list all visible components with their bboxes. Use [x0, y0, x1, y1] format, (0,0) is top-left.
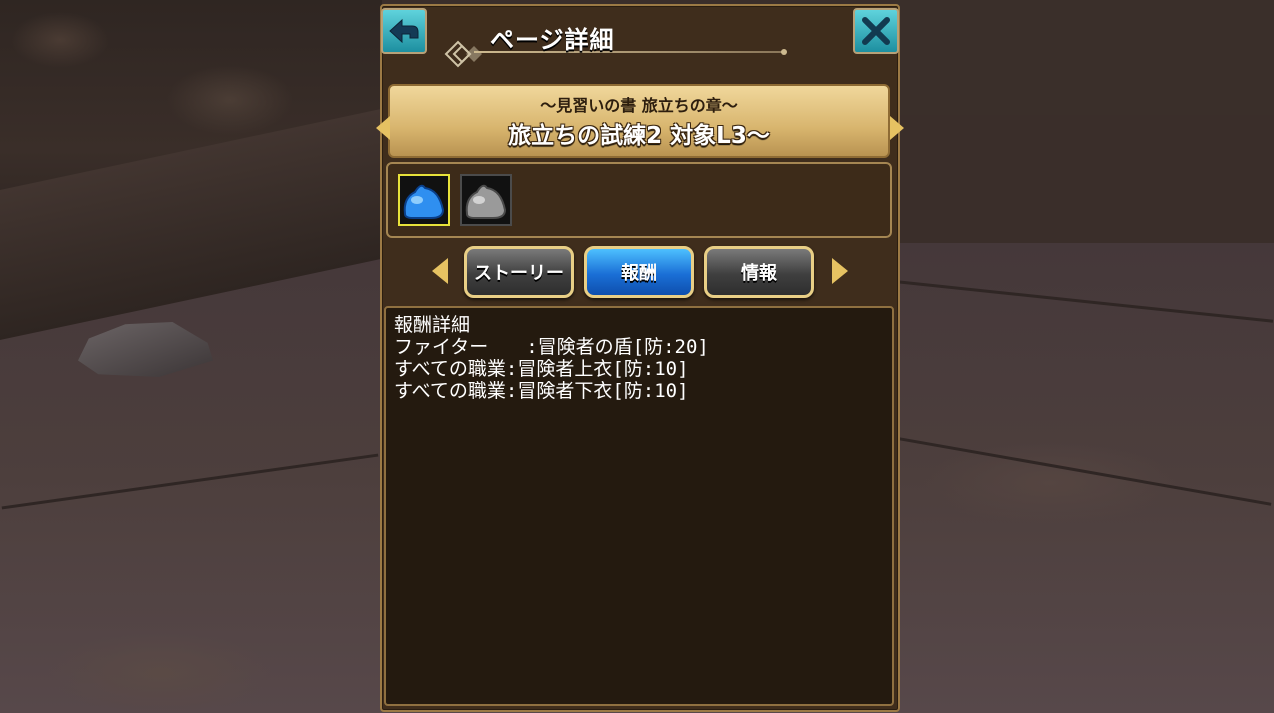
- gray-slime-icon: [465, 184, 507, 219]
- tab-next-arrow-icon[interactable]: [832, 258, 848, 284]
- monster-slot-2[interactable]: [460, 174, 512, 226]
- chapter-banner: 〜見習いの書 旅立ちの章〜 旅立ちの試練2 対象L3〜: [388, 84, 890, 158]
- chapter-title: 旅立ちの試練2 対象L3〜: [508, 123, 770, 149]
- monster-slot-1[interactable]: [398, 174, 450, 226]
- back-arrow-icon: [389, 18, 419, 44]
- blue-slime-icon: [403, 184, 445, 219]
- monster-icon-row: [386, 162, 892, 238]
- chapter-subtitle: 〜見習いの書 旅立ちの章〜: [540, 96, 738, 115]
- reward-line: すべての職業:冒険者上衣[防:10]: [394, 358, 689, 380]
- tab-reward[interactable]: 報酬: [584, 246, 694, 298]
- reward-line: ファイター :冒険者の盾[防:20]: [394, 336, 709, 358]
- reward-detail-box: 報酬詳細 ファイター :冒険者の盾[防:20] すべての職業:冒険者上衣[防:1…: [384, 306, 894, 706]
- ornament-icon: [444, 40, 482, 68]
- back-button[interactable]: [381, 8, 427, 54]
- close-button[interactable]: [853, 8, 899, 54]
- panel-header: ページ詳細: [381, 6, 899, 84]
- page-detail-panel: ページ詳細 〜見習いの書 旅立ちの章〜 旅立ちの試練2 対象L3〜 ストーリー: [376, 4, 904, 712]
- next-page-arrow-icon[interactable]: [890, 116, 904, 140]
- reward-line: すべての職業:冒険者下衣[防:10]: [394, 380, 689, 402]
- tab-bar: ストーリー 報酬 情報: [382, 244, 898, 304]
- tab-story[interactable]: ストーリー: [464, 246, 574, 298]
- close-icon: [862, 17, 890, 45]
- tab-prev-arrow-icon[interactable]: [432, 258, 448, 284]
- page-title: ページ詳細: [490, 26, 615, 54]
- prev-page-arrow-icon[interactable]: [376, 116, 390, 140]
- right-wall: [896, 0, 1274, 115]
- reward-heading: 報酬詳細: [394, 314, 471, 336]
- tab-info[interactable]: 情報: [704, 246, 814, 298]
